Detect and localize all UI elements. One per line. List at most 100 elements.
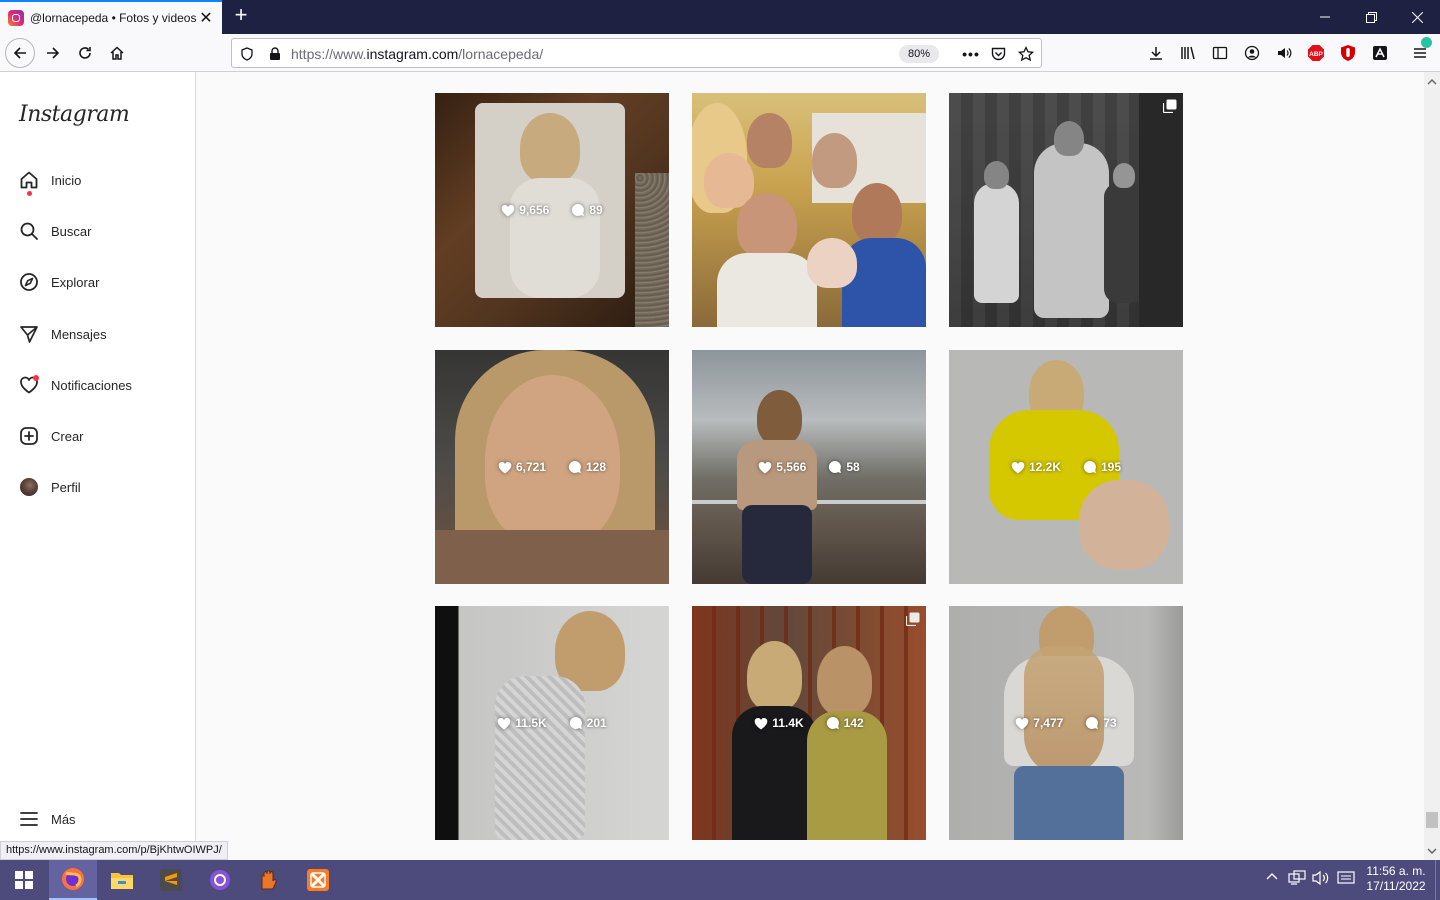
nav-explore-label: Explorar	[51, 274, 100, 290]
nav-create[interactable]: Crear	[0, 416, 196, 456]
adblock-plus-icon[interactable]: ABP	[1306, 43, 1326, 63]
close-tab-icon[interactable]: ✕	[198, 8, 214, 28]
likes-count: 11.4K	[754, 716, 804, 730]
nav-home[interactable]: Inicio	[0, 160, 196, 200]
scroll-down-arrow-icon[interactable]	[1424, 844, 1440, 858]
system-clock[interactable]: 11:56 a. m. 17/11/2022	[1360, 864, 1432, 894]
account-icon[interactable]	[1242, 43, 1262, 63]
plus-square-icon	[18, 425, 40, 447]
scroll-up-arrow-icon[interactable]	[1424, 75, 1440, 89]
library-icon[interactable]	[1178, 43, 1198, 63]
page-actions-icon[interactable]: •••	[962, 45, 980, 63]
comments-count: 89	[571, 203, 603, 217]
zoom-level[interactable]: 80%	[899, 45, 939, 63]
post-photo	[692, 93, 926, 327]
likes-count: 6,721	[498, 460, 546, 474]
comments-count: 128	[568, 460, 606, 474]
likes-value: 5,566	[776, 460, 807, 474]
forward-button[interactable]	[38, 38, 68, 68]
post-stats-overlay: 11.5K 201	[435, 606, 669, 840]
taskbar-xampp[interactable]	[294, 860, 342, 900]
show-desktop-button[interactable]	[1435, 860, 1440, 900]
carousel-icon	[1163, 99, 1177, 113]
page-scrollbar[interactable]	[1424, 72, 1440, 860]
xampp-icon	[307, 869, 329, 891]
post-tile[interactable]: 12.2K 195	[949, 350, 1183, 584]
instagram-favicon-icon	[8, 10, 24, 26]
show-hidden-icons-button[interactable]	[1265, 870, 1279, 887]
comments-value: 195	[1101, 460, 1122, 474]
comment-filled-icon	[829, 461, 842, 473]
post-tile[interactable]: 7,477 73	[949, 606, 1183, 840]
nav-profile-label: Perfil	[51, 479, 81, 495]
comment-filled-icon	[826, 717, 839, 729]
post-tile[interactable]: 11.4K 142	[692, 606, 926, 840]
start-button[interactable]	[0, 860, 48, 900]
taskbar-firefox[interactable]	[49, 860, 97, 900]
nav-search[interactable]: Buscar	[0, 211, 196, 251]
likes-count: 7,477	[1015, 716, 1063, 730]
post-tile[interactable]: 9,656 89	[435, 93, 669, 327]
comment-filled-icon	[1083, 461, 1096, 473]
sidebar-toggle-icon[interactable]	[1210, 43, 1230, 63]
post-tile[interactable]: 5,566 58	[692, 350, 926, 584]
nav-messages[interactable]: Mensajes	[0, 314, 196, 354]
address-bar[interactable]: https://www.instagram.com/lornacepeda/ 8…	[231, 38, 1042, 68]
folder-icon	[111, 873, 133, 889]
downloads-icon[interactable]	[1146, 43, 1166, 63]
windows-taskbar: 11:56 a. m. 17/11/2022	[0, 860, 1440, 900]
nav-more[interactable]: Más	[0, 799, 196, 839]
pocket-icon[interactable]	[989, 45, 1007, 63]
post-tile[interactable]	[949, 93, 1183, 327]
taskbar-file-explorer[interactable]	[98, 860, 146, 900]
comments-count: 201	[569, 716, 607, 730]
windows-logo-icon	[15, 871, 33, 889]
likes-value: 11.5K	[515, 716, 547, 730]
heart-filled-icon	[758, 461, 772, 473]
reload-button[interactable]	[70, 38, 100, 68]
status-link-preview: https://www.instagram.com/p/BjKhtwOIWPJ/	[0, 841, 228, 860]
nav-notifications-label: Notificaciones	[51, 377, 132, 393]
likes-value: 6,721	[515, 460, 546, 474]
restore-button[interactable]	[1348, 0, 1394, 34]
likes-count: 9,656	[501, 203, 549, 217]
keyboard-ime-icon[interactable]	[1337, 870, 1355, 889]
shield-icon[interactable]	[238, 45, 256, 63]
comments-value: 201	[586, 716, 607, 730]
send-icon	[18, 323, 40, 345]
home-button[interactable]	[102, 38, 132, 68]
minimize-button[interactable]	[1302, 0, 1348, 34]
comment-filled-icon	[569, 717, 582, 729]
nav-notifications[interactable]: Notificaciones	[0, 365, 196, 405]
home-icon	[18, 169, 40, 191]
taskbar-sublime-text[interactable]	[147, 860, 195, 900]
nav-more-label: Más	[51, 811, 76, 827]
speaker-icon[interactable]	[1274, 43, 1294, 63]
extension-icon[interactable]	[1370, 43, 1390, 63]
search-icon	[18, 220, 40, 242]
lock-icon[interactable]	[266, 45, 284, 63]
scrollbar-thumb[interactable]	[1426, 812, 1438, 828]
nav-profile[interactable]: Perfil	[0, 467, 196, 507]
post-tile[interactable]: 11.5K 201	[435, 606, 669, 840]
instagram-logo[interactable]: Instagram	[19, 102, 130, 127]
bookmark-star-icon[interactable]	[1017, 45, 1035, 63]
url-text: https://www.instagram.com/lornacepeda/	[291, 46, 544, 62]
volume-icon[interactable]	[1312, 870, 1330, 889]
taskbar-baseball-app[interactable]	[245, 860, 293, 900]
post-tile[interactable]	[692, 93, 926, 327]
comments-value: 58	[846, 460, 860, 474]
nav-search-label: Buscar	[51, 223, 92, 239]
comments-count: 195	[1083, 460, 1121, 474]
close-window-button[interactable]	[1394, 0, 1440, 34]
likes-value: 11.4K	[772, 716, 804, 730]
nav-explore[interactable]: Explorar	[0, 262, 196, 302]
back-button[interactable]	[5, 38, 35, 68]
new-tab-button[interactable]: +	[230, 4, 252, 28]
ublock-icon[interactable]	[1338, 43, 1358, 63]
network-icon[interactable]	[1288, 870, 1306, 889]
post-tile[interactable]: 6,721 128	[435, 350, 669, 584]
browser-tab[interactable]: @lornacepeda • Fotos y videos ✕	[0, 0, 222, 34]
likes-value: 12.2K	[1028, 460, 1061, 474]
taskbar-github-desktop[interactable]	[196, 860, 244, 900]
